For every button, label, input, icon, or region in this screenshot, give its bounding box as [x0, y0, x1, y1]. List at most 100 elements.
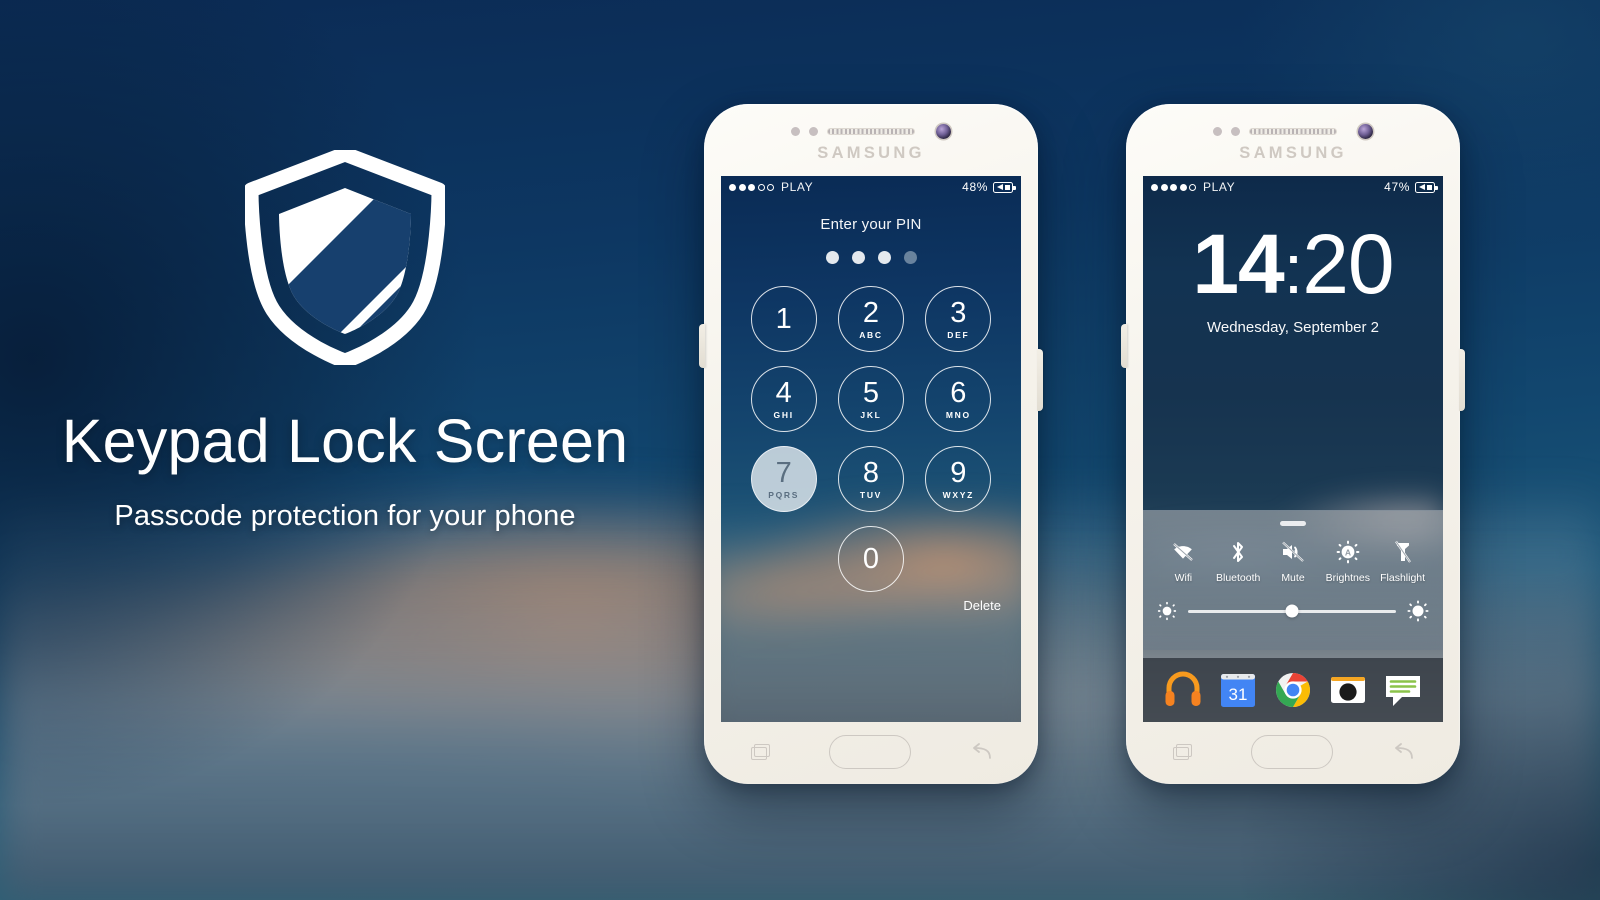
toggle-mute[interactable]: Mute	[1266, 540, 1321, 584]
keypad-key-8[interactable]: 8 TUV	[837, 446, 904, 512]
key-letters: DEF	[947, 329, 970, 340]
key-digit: 8	[862, 456, 880, 489]
svg-text:31: 31	[1228, 685, 1247, 704]
calendar-app-icon[interactable]: 31	[1217, 669, 1259, 711]
key-digit: 4	[775, 376, 792, 409]
toggle-flashlight[interactable]: Flashlight	[1375, 540, 1430, 584]
keypad-key-1[interactable]: 1	[750, 286, 817, 352]
status-bar: PLAY 47%	[1143, 176, 1443, 198]
key-letters: GHI	[773, 409, 794, 420]
pin-keypad[interactable]: 1 2 ABC 3 DEF 4 GHI 5 JKL 6 MNO 7 PQRS 8…	[740, 286, 1002, 592]
volume-button[interactable]	[1121, 324, 1127, 368]
recents-icon[interactable]	[750, 744, 770, 760]
toggle-label: Wifi	[1174, 572, 1193, 584]
key-letters: MNO	[945, 409, 971, 420]
toggle-wifi[interactable]: Wifi	[1156, 540, 1211, 584]
app-dock: 31	[1143, 658, 1443, 722]
hero-section: Keypad Lock Screen Passcode protection f…	[0, 150, 690, 533]
page-subtitle: Passcode protection for your phone	[114, 500, 576, 532]
lock-date-label: Wednesday, September 2	[1206, 319, 1380, 337]
status-bar: PLAY 48%	[721, 176, 1021, 198]
volume-button[interactable]	[699, 324, 705, 368]
keypad-key-6[interactable]: 6 MNO	[925, 366, 992, 432]
keypad-key-5[interactable]: 5 JKL	[837, 366, 904, 432]
key-digit: 9	[950, 456, 967, 489]
status-bar-right: 48%	[962, 180, 1016, 194]
battery-percent-label: 47%	[1384, 180, 1410, 194]
battery-percent-label: 48%	[962, 180, 988, 194]
toggle-label: Mute	[1281, 572, 1305, 584]
back-icon[interactable]	[970, 743, 992, 761]
front-camera-icon	[936, 124, 951, 139]
pin-dot-filled	[877, 251, 891, 264]
toggle-bluetooth[interactable]: Bluetooth	[1211, 540, 1266, 584]
phone-pin-screen: SAMSUNG PLAY 48% Enter your PIN 1 2 ABC …	[699, 104, 1043, 784]
home-button-icon[interactable]	[828, 735, 911, 769]
power-button[interactable]	[1459, 349, 1465, 411]
messages-app-icon[interactable]	[1382, 669, 1424, 711]
chrome-app-icon[interactable]	[1272, 669, 1314, 711]
key-digit: 3	[950, 296, 967, 329]
earpiece-speaker-icon	[827, 128, 915, 135]
back-icon[interactable]	[1392, 743, 1414, 761]
carrier-label: PLAY	[781, 180, 814, 194]
volume-mute-icon	[1266, 540, 1321, 564]
brightness-slider-row	[1143, 584, 1443, 622]
flashlight-off-icon	[1375, 540, 1430, 564]
keypad-key-2[interactable]: 2 ABC	[837, 286, 904, 352]
status-bar-right: 47%	[1384, 180, 1438, 194]
proximity-sensor-icon	[1213, 127, 1222, 136]
phone-brand-label: SAMSUNG	[817, 144, 925, 162]
pin-prompt-label: Enter your PIN	[820, 216, 922, 233]
power-button[interactable]	[1037, 349, 1043, 411]
keypad-key-9[interactable]: 9 WXYZ	[925, 446, 992, 512]
signal-strength-icon	[1151, 183, 1196, 191]
phone-one-screen[interactable]: PLAY 48% Enter your PIN 1 2 ABC 3 DEF 4 …	[721, 176, 1021, 722]
key-digit: 5	[862, 376, 880, 409]
auto-brightness-icon: A	[1320, 540, 1375, 564]
home-button-icon[interactable]	[1250, 735, 1333, 769]
keypad-key-7[interactable]: 7 PQRS	[750, 446, 817, 512]
phone-two-screen[interactable]: PLAY 47% 14:20 Wednesday, September 2 Wi…	[1143, 176, 1443, 722]
key-letters: PQRS	[768, 489, 800, 500]
phone-top-bezel: SAMSUNG	[704, 104, 1038, 176]
page-title: Keypad Lock Screen	[61, 407, 629, 475]
front-camera-icon	[1358, 124, 1373, 139]
bluetooth-icon	[1211, 540, 1266, 564]
quick-settings-panel[interactable]: Wifi Bluetooth Mute A Brightnes Flashlig…	[1143, 510, 1443, 650]
promo-banner: Keypad Lock Screen Passcode protection f…	[0, 0, 1600, 900]
key-digit: 7	[775, 456, 792, 489]
slider-knob[interactable]	[1285, 604, 1299, 618]
sensor-row	[704, 124, 1038, 139]
phone-one-nav-bar	[721, 722, 1021, 782]
pin-dot-filled	[825, 251, 839, 264]
toggle-brightness[interactable]: A Brightnes	[1320, 540, 1375, 584]
phone-lock-screen: SAMSUNG PLAY 47% 14:20 Wednesday, Septem…	[1121, 104, 1465, 784]
pin-dot-filled	[851, 251, 865, 264]
key-digit: 6	[950, 376, 967, 409]
svg-text:A: A	[1345, 548, 1351, 558]
pin-entry-area: Enter your PIN 1 2 ABC 3 DEF 4 GHI 5 JKL…	[721, 198, 1021, 613]
keypad-key-4[interactable]: 4 GHI	[750, 366, 817, 432]
key-letters: ABC	[859, 329, 883, 340]
key-digit: 2	[862, 296, 880, 329]
shield-icon	[245, 150, 445, 365]
brightness-low-icon	[1157, 601, 1177, 621]
key-letters: JKL	[860, 409, 882, 420]
phone-two-nav-bar	[1143, 722, 1443, 782]
brightness-high-icon	[1407, 600, 1429, 622]
sensor-row	[1126, 124, 1460, 139]
brightness-slider[interactable]	[1188, 604, 1396, 618]
keypad-key-0[interactable]: 0	[837, 526, 904, 592]
camera-app-icon[interactable]	[1327, 669, 1369, 711]
key-letters: WXYZ	[942, 489, 974, 500]
toggle-label: Bluetooth	[1216, 572, 1261, 584]
earpiece-speaker-icon	[1249, 128, 1337, 135]
recents-icon[interactable]	[1172, 744, 1192, 760]
key-digit: 1	[775, 302, 792, 335]
signal-strength-icon	[729, 183, 774, 191]
play-music-app-icon[interactable]	[1162, 669, 1204, 711]
toggle-label: Flashlight	[1380, 572, 1426, 584]
delete-button[interactable]: Delete	[721, 598, 1021, 613]
keypad-key-3[interactable]: 3 DEF	[925, 286, 992, 352]
